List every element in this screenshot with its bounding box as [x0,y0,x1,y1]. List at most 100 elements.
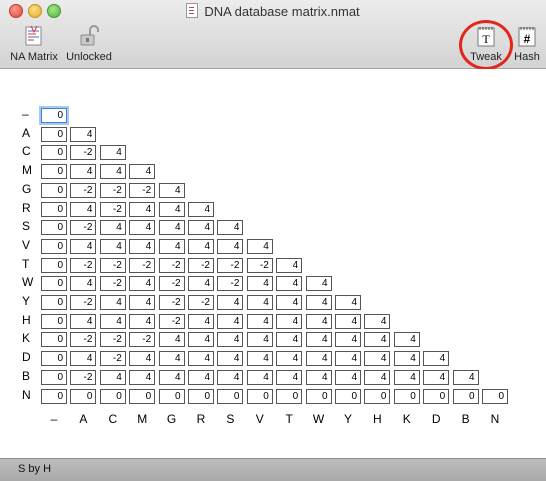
matrix-cell[interactable]: -2 [99,351,126,367]
matrix-cell[interactable]: 0 [41,257,67,273]
matrix-cell[interactable]: 0 [305,388,332,404]
na-matrix-button[interactable]: NA Matrix [9,24,59,63]
matrix-cell[interactable]: 0 [276,388,303,404]
matrix-cell[interactable]: -2 [70,182,97,198]
matrix-cell[interactable]: 4 [129,164,156,180]
matrix-cell[interactable]: 0 [188,388,214,404]
matrix-cell[interactable]: 4 [335,332,361,348]
matrix-cell[interactable]: 4 [246,313,273,329]
matrix-cell[interactable]: 0 [423,388,450,404]
matrix-cell[interactable]: -2 [99,332,126,348]
matrix-cell[interactable]: 4 [129,351,156,367]
matrix-cell[interactable]: 0 [41,332,67,348]
matrix-cell[interactable]: -2 [70,220,97,236]
matrix-cell[interactable]: 4 [99,238,126,254]
matrix-cell[interactable]: 4 [99,220,126,236]
matrix-cell[interactable]: 4 [364,351,391,367]
matrix-cell[interactable]: 0 [41,182,67,198]
matrix-cell[interactable]: -2 [188,295,214,310]
matrix-cell[interactable]: 0 [364,388,391,404]
matrix-cell[interactable]: 0 [158,388,185,404]
matrix-cell[interactable]: 4 [305,332,332,348]
matrix-cell[interactable]: 4 [305,313,332,329]
hash-button[interactable]: # Hash [512,24,542,63]
matrix-cell[interactable]: 0 [41,201,67,217]
matrix-cell[interactable]: 4 [158,182,185,198]
matrix-cell[interactable]: 0 [41,369,67,385]
matrix-cell[interactable]: 4 [129,295,156,310]
matrix-cell[interactable]: 0 [70,388,97,404]
matrix-cell[interactable]: -2 [158,276,185,292]
matrix-cell[interactable]: 4 [70,313,97,329]
matrix-cell[interactable]: 0 [41,388,67,404]
matrix-cell[interactable]: 4 [158,332,185,348]
matrix-cell[interactable]: 4 [99,164,126,180]
matrix-cell[interactable]: 4 [70,276,97,292]
matrix-cell[interactable]: 4 [335,313,361,329]
matrix-cell[interactable]: 4 [364,332,391,348]
matrix-cell[interactable]: 0 [217,388,244,404]
matrix-cell[interactable]: 4 [217,332,244,348]
matrix-cell[interactable]: 4 [276,351,303,367]
matrix-cell[interactable]: 0 [393,388,420,404]
matrix-cell[interactable]: 4 [158,220,185,236]
matrix-cell[interactable]: 4 [70,201,97,217]
matrix-cell[interactable]: 4 [276,313,303,329]
matrix-cell[interactable]: -2 [158,295,185,310]
matrix-cell[interactable]: -2 [99,201,126,217]
matrix-cell[interactable]: 4 [246,276,273,292]
matrix-cell[interactable]: 0 [41,276,67,292]
matrix-cell[interactable]: 4 [364,369,391,385]
matrix-cell[interactable]: 4 [70,164,97,180]
matrix-cell[interactable]: 4 [99,313,126,329]
matrix-cell[interactable]: 0 [41,220,67,236]
matrix-cell[interactable]: 4 [188,369,214,385]
matrix-cell[interactable]: -2 [70,369,97,385]
matrix-cell[interactable]: 4 [188,201,214,217]
matrix-cell[interactable]: 4 [129,238,156,254]
matrix-cell[interactable]: -2 [158,257,185,273]
matrix-cell[interactable]: 4 [188,238,214,254]
matrix-cell[interactable]: 4 [129,369,156,385]
matrix-cell[interactable]: 4 [276,369,303,385]
matrix-cell[interactable]: 4 [335,295,361,310]
matrix-cell[interactable]: 0 [41,126,67,142]
matrix-cell[interactable]: 4 [305,276,332,292]
matrix-cell[interactable]: 4 [158,351,185,367]
matrix-cell[interactable]: -2 [70,332,97,348]
matrix-cell[interactable]: -2 [70,257,97,273]
matrix-cell[interactable]: 4 [305,295,332,310]
matrix-cell[interactable]: 0 [41,238,67,254]
matrix-cell[interactable]: 4 [99,369,126,385]
matrix-cell[interactable]: 4 [276,295,303,310]
matrix-cell[interactable]: 4 [393,332,420,348]
matrix-cell[interactable]: 4 [217,238,244,254]
matrix-cell[interactable]: 4 [393,369,420,385]
matrix-cell[interactable]: 0 [129,388,156,404]
matrix-cell[interactable]: -2 [246,257,273,273]
matrix-cell[interactable]: 4 [305,351,332,367]
matrix-cell[interactable]: 4 [158,201,185,217]
matrix-cell[interactable]: 4 [70,126,97,142]
matrix-cell[interactable]: 4 [217,369,244,385]
matrix-cell[interactable]: 4 [217,313,244,329]
matrix-cell[interactable]: 4 [393,351,420,367]
matrix-cell[interactable]: -2 [217,257,244,273]
matrix-cell[interactable]: 4 [246,295,273,310]
matrix-cell[interactable]: 0 [335,388,361,404]
matrix-cell[interactable]: 0 [41,145,67,161]
matrix-cell[interactable]: 4 [335,369,361,385]
matrix-cell[interactable]: 4 [188,220,214,236]
matrix-cell[interactable]: 4 [158,238,185,254]
matrix-cell[interactable]: 4 [70,238,97,254]
matrix-cell[interactable]: 4 [129,276,156,292]
matrix-cell[interactable]: 4 [188,313,214,329]
matrix-cell[interactable]: 4 [129,313,156,329]
matrix-cell[interactable]: -2 [158,313,185,329]
matrix-cell[interactable]: 4 [188,332,214,348]
matrix-cell[interactable]: 4 [246,238,273,254]
matrix-cell[interactable]: 4 [99,145,126,161]
matrix-cell[interactable]: -2 [70,295,97,310]
matrix-cell[interactable]: 0 [41,108,67,123]
matrix-cell[interactable]: 4 [70,351,97,367]
